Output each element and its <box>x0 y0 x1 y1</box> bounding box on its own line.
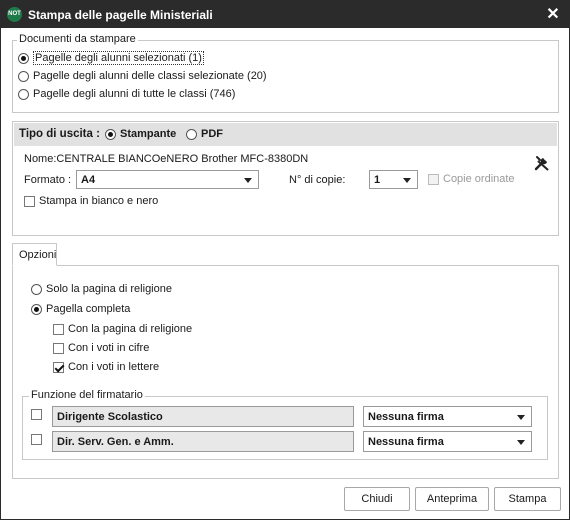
radio-pdf[interactable]: PDF <box>186 126 223 142</box>
radio-icon <box>31 283 42 295</box>
chevron-down-icon <box>517 440 525 445</box>
signer-role: Dir. Serv. Gen. e Amm. <box>57 435 174 448</box>
documents-legend: Documenti da stampare <box>17 33 138 45</box>
checkbox-icon <box>53 361 64 373</box>
collate-checkbox[interactable]: Copie ordinate <box>428 171 515 187</box>
checkbox-label: Con i voti in cifre <box>68 342 150 354</box>
checkbox-icon <box>31 408 42 420</box>
radio-icon <box>105 128 116 140</box>
checkbox-label: Con i voti in lettere <box>68 361 160 373</box>
radio-icon <box>186 128 197 140</box>
tools-icon[interactable] <box>533 154 551 172</box>
radio-icon <box>18 88 29 100</box>
signature-checkbox-2[interactable] <box>31 431 42 447</box>
radio-label: PDF <box>201 128 223 140</box>
checkbox-label: Stampa in bianco e nero <box>39 195 159 207</box>
checkbox-icon <box>428 173 439 185</box>
print-button[interactable]: Stampa <box>494 487 561 511</box>
output-type-label: Tipo di uscita : <box>19 128 100 140</box>
title-bar: NOT Stampa delle pagelle Ministeriali ✕ <box>1 1 569 28</box>
radio-icon <box>18 70 29 82</box>
radio-selected-students[interactable]: Pagelle degli alunni selezionati (1) <box>18 50 204 66</box>
radio-label: Solo la pagina di religione <box>46 283 172 295</box>
printer-name: Nome:CENTRALE BIANCOeNERO Brother MFC-83… <box>24 153 309 165</box>
signer-role: Dirigente Scolastico <box>57 410 163 423</box>
checkbox-icon <box>31 433 42 445</box>
signature-value: Nessuna firma <box>368 410 444 423</box>
radio-label: Pagelle degli alunni delle classi selezi… <box>33 70 267 82</box>
checkbox-icon <box>24 195 35 207</box>
radio-full-report[interactable]: Pagella completa <box>31 301 130 317</box>
radio-label: Stampante <box>120 128 177 140</box>
chevron-down-icon <box>244 178 252 183</box>
bw-checkbox[interactable]: Stampa in bianco e nero <box>24 193 158 209</box>
checkbox-label: Copie ordinate <box>443 173 515 185</box>
check-religion-page[interactable]: Con la pagina di religione <box>53 321 192 337</box>
signature-legend: Funzione del firmatario <box>29 389 145 401</box>
check-grades-letters[interactable]: Con i voti in lettere <box>53 359 159 375</box>
format-value: A4 <box>81 173 96 186</box>
chevron-down-icon <box>517 415 525 420</box>
radio-label: Pagella completa <box>46 303 131 315</box>
close-button[interactable]: Chiudi <box>344 487 410 511</box>
dialog-title: Stampa delle pagelle Ministeriali <box>28 8 213 22</box>
signature-value: Nessuna firma <box>368 435 444 448</box>
radio-printer[interactable]: Stampante <box>105 126 176 142</box>
signer-role-field-1: Dirigente Scolastico <box>52 406 354 427</box>
output-type-bar: Tipo di uscita : Stampante PDF <box>14 123 557 146</box>
tab-options[interactable]: Opzioni <box>12 243 57 266</box>
radio-religion-only[interactable]: Solo la pagina di religione <box>31 281 172 297</box>
print-dialog: NOT Stampa delle pagelle Ministeriali ✕ … <box>0 0 570 520</box>
radio-icon <box>31 303 42 315</box>
signature-checkbox-1[interactable] <box>31 406 42 422</box>
radio-icon <box>18 52 29 64</box>
app-logo-icon: NOT <box>7 7 22 22</box>
check-grades-numbers[interactable]: Con i voti in cifre <box>53 340 149 356</box>
checkbox-icon <box>53 342 64 354</box>
copies-label: N° di copie: <box>289 174 346 186</box>
copies-dropdown[interactable]: 1 <box>369 170 418 189</box>
radio-all-classes[interactable]: Pagelle degli alunni di tutte le classi … <box>18 86 235 102</box>
signer-role-field-2: Dir. Serv. Gen. e Amm. <box>52 431 354 452</box>
format-dropdown[interactable]: A4 <box>76 170 259 189</box>
checkbox-label: Con la pagina di religione <box>68 323 193 335</box>
signature-dropdown-1[interactable]: Nessuna firma <box>363 406 532 427</box>
radio-label: Pagelle degli alunni selezionati (1) <box>33 51 204 65</box>
checkbox-icon <box>53 323 64 335</box>
chevron-down-icon <box>403 178 411 183</box>
signature-dropdown-2[interactable]: Nessuna firma <box>363 431 532 452</box>
copies-value: 1 <box>374 173 381 186</box>
preview-button[interactable]: Anteprima <box>415 487 489 511</box>
radio-selected-classes[interactable]: Pagelle degli alunni delle classi selezi… <box>18 68 267 84</box>
format-label: Formato : <box>24 174 72 186</box>
radio-label: Pagelle degli alunni di tutte le classi … <box>33 88 236 100</box>
close-icon[interactable]: ✕ <box>543 5 563 25</box>
